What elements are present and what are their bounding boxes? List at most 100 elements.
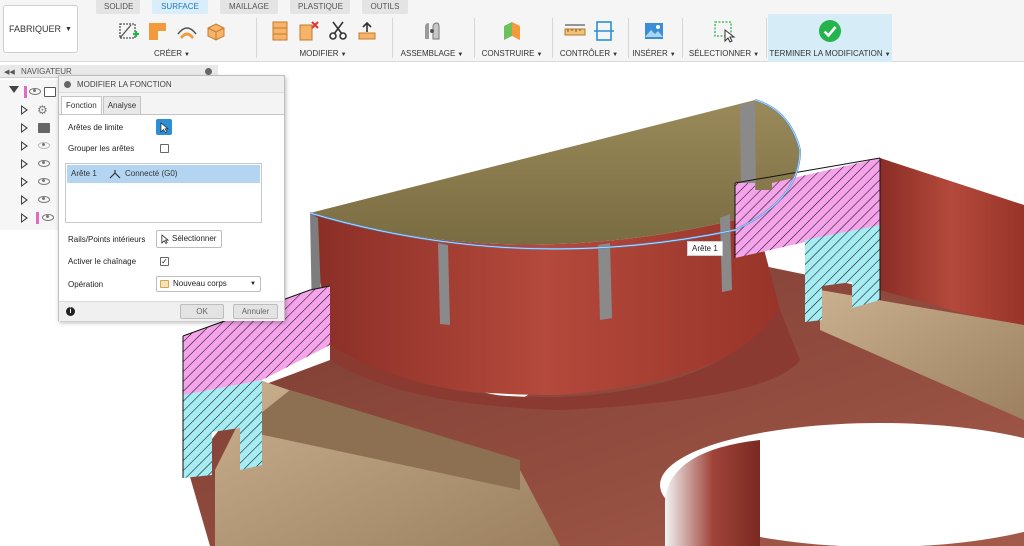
- group-controler: CONTRÔLER ▼: [554, 14, 624, 62]
- tab-fonction[interactable]: Fonction: [61, 96, 102, 114]
- document-icon: [44, 87, 56, 97]
- group-label-assemblage[interactable]: ASSEMBLAGE: [401, 49, 456, 58]
- cursor-arrow-icon: [161, 234, 169, 244]
- group-construire: CONSTRUIRE ▼: [476, 14, 548, 62]
- group-modifier: MODIFIER ▼: [258, 14, 388, 62]
- chevron-right-icon[interactable]: [21, 105, 28, 115]
- tree-item[interactable]: ⚙: [0, 102, 60, 118]
- group-label-selectionner[interactable]: SÉLECTIONNER: [689, 49, 751, 58]
- chevron-right-icon[interactable]: [21, 195, 28, 205]
- edit-feature-dialog: MODIFIER LA FONCTION Fonction Analyse Ar…: [58, 75, 285, 321]
- list-item[interactable]: Arête 1 Connecté (G0): [67, 165, 260, 183]
- rib: [598, 243, 612, 320]
- new-body-icon: [160, 280, 169, 288]
- tab-solide[interactable]: SOLIDE: [96, 0, 140, 14]
- chevron-down-icon: ▼: [65, 25, 72, 33]
- collapse-icon[interactable]: ◀◀: [4, 69, 15, 76]
- tab-surface[interactable]: SURFACE: [152, 0, 208, 14]
- eye-icon[interactable]: [42, 214, 54, 221]
- navigator-tree: ⚙: [0, 80, 60, 230]
- eye-icon[interactable]: [38, 178, 50, 185]
- group-creer: CRÉER ▼: [92, 14, 252, 62]
- group-edges-label: Grouper les arêtes: [68, 144, 135, 153]
- group-edges-checkbox[interactable]: [160, 144, 169, 153]
- rails-select-button[interactable]: Sélectionner: [156, 230, 223, 248]
- extrude-surface-icon[interactable]: [204, 19, 228, 43]
- delete-face-icon[interactable]: [297, 19, 321, 43]
- eye-icon[interactable]: [38, 160, 50, 167]
- operation-value: Nouveau corps: [173, 279, 227, 288]
- eye-hidden-icon[interactable]: [38, 142, 50, 149]
- dialog-pin-icon[interactable]: [64, 81, 71, 88]
- boundary-edges-label: Arêtes de limite: [68, 123, 124, 132]
- tree-item[interactable]: [0, 192, 60, 208]
- edge-selection-list[interactable]: Arête 1 Connecté (G0): [65, 163, 262, 223]
- joint-icon[interactable]: [420, 19, 444, 43]
- tree-item[interactable]: [0, 174, 60, 190]
- tab-plastique[interactable]: PLASTIQUE: [290, 0, 350, 14]
- thicken-icon[interactable]: [355, 19, 379, 43]
- tree-item[interactable]: [0, 120, 60, 136]
- gear-icon: ⚙: [37, 103, 48, 117]
- select-window-icon[interactable]: [712, 19, 736, 43]
- section-analysis-icon[interactable]: [592, 19, 616, 43]
- edge-tooltip: Arête 1: [687, 241, 723, 256]
- ribbon-tabs: SOLIDE SURFACE MAILLAGE PLASTIQUE OUTILS: [96, 0, 408, 14]
- group-label-inserer[interactable]: INSÉRER: [632, 49, 668, 58]
- chevron-right-icon[interactable]: [21, 141, 28, 151]
- folder-icon: [38, 123, 50, 133]
- operation-dropdown[interactable]: Nouveau corps ▼: [156, 276, 261, 292]
- ribbon: FABRIQUER ▼ SOLIDE SURFACE MAILLAGE PLAS…: [0, 0, 1024, 62]
- cursor-arrow-icon: [160, 121, 169, 133]
- construction-plane-icon[interactable]: [500, 19, 524, 43]
- workspace-switcher-button[interactable]: FABRIQUER ▼: [3, 5, 78, 53]
- edge-name: Arête 1: [71, 169, 97, 178]
- insert-image-icon[interactable]: [642, 19, 666, 43]
- trim-icon[interactable]: [268, 19, 292, 43]
- rib: [438, 243, 450, 325]
- ok-button[interactable]: OK: [180, 304, 224, 319]
- tab-maillage[interactable]: MAILLAGE: [220, 0, 278, 14]
- tab-analyse[interactable]: Analyse: [102, 96, 142, 114]
- chevron-right-icon[interactable]: [21, 177, 28, 187]
- operation-label: Opération: [68, 280, 104, 289]
- chaining-checkbox[interactable]: ✓: [160, 257, 169, 266]
- group-label-terminer: TERMINER LA MODIFICATION: [769, 49, 883, 58]
- dialog-title: MODIFIER LA FONCTION: [77, 80, 172, 89]
- continuity-g0-icon[interactable]: [109, 169, 121, 179]
- boundary-edges-select-button[interactable]: [156, 119, 172, 135]
- eye-icon[interactable]: [29, 88, 41, 95]
- group-label-construire[interactable]: CONSTRUIRE: [482, 49, 535, 58]
- tab-outils[interactable]: OUTILS: [362, 0, 408, 14]
- sketch-create-icon[interactable]: [117, 19, 141, 43]
- chevron-down-icon: ▼: [250, 281, 256, 287]
- tree-item-root[interactable]: [0, 84, 60, 100]
- workspace-label: FABRIQUER: [9, 24, 62, 34]
- group-assemblage: ASSEMBLAGE ▼: [394, 14, 470, 62]
- tree-item[interactable]: [0, 210, 60, 226]
- group-label-controler[interactable]: CONTRÔLER: [560, 49, 610, 58]
- group-inserer: INSÉRER ▼: [630, 14, 678, 62]
- group-selectionner: SÉLECTIONNER ▼: [684, 14, 764, 62]
- chevron-right-icon[interactable]: [21, 213, 28, 223]
- chevron-down-icon[interactable]: [9, 86, 19, 93]
- finish-edit-button[interactable]: TERMINER LA MODIFICATION ▼: [768, 14, 892, 62]
- chevron-right-icon[interactable]: [21, 159, 28, 169]
- chevron-right-icon[interactable]: [21, 123, 28, 133]
- tree-item[interactable]: [0, 156, 60, 172]
- check-circle-icon: [819, 20, 841, 42]
- group-label-creer[interactable]: CRÉER: [154, 49, 182, 58]
- measure-icon[interactable]: [563, 19, 587, 43]
- scissors-icon[interactable]: [326, 19, 350, 43]
- navigator-pin-icon[interactable]: [205, 68, 212, 75]
- dialog-tabs: Fonction Analyse: [59, 96, 142, 114]
- group-label-modifier[interactable]: MODIFIER: [299, 49, 338, 58]
- loft-icon[interactable]: [175, 19, 199, 43]
- rails-label: Rails/Points intérieurs: [68, 235, 146, 244]
- info-icon[interactable]: i: [66, 307, 75, 316]
- patch-icon[interactable]: [146, 19, 170, 43]
- cancel-button[interactable]: Annuler: [233, 304, 278, 319]
- eye-icon[interactable]: [38, 196, 50, 203]
- dialog-title-bar[interactable]: MODIFIER LA FONCTION: [59, 76, 284, 93]
- tree-item[interactable]: [0, 138, 60, 154]
